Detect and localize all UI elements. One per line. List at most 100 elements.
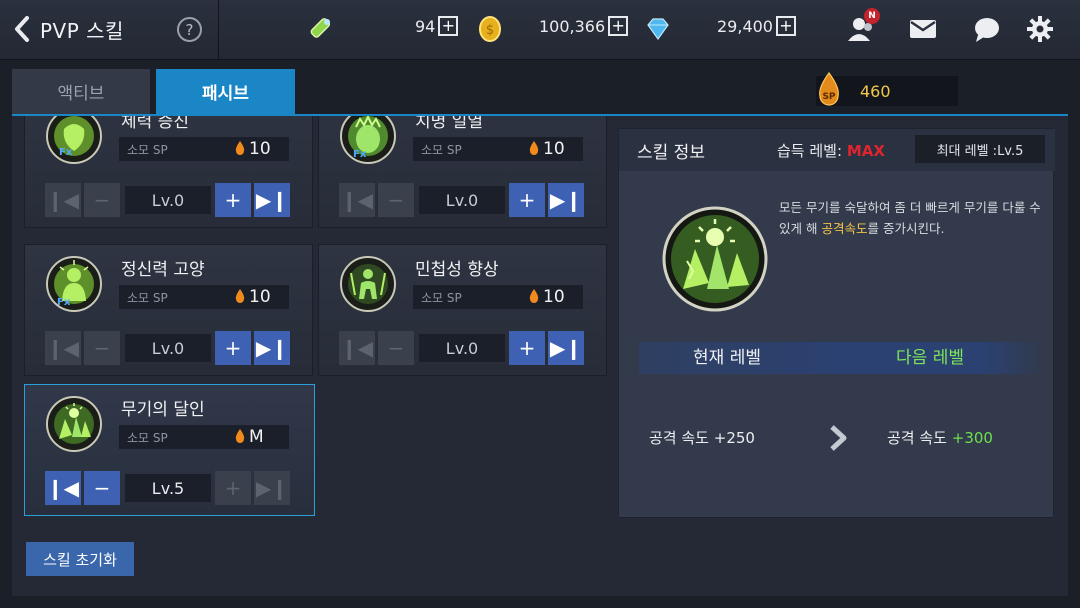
level-decrease-button[interactable]: − [84,183,120,217]
skill-name: 민첩성 향상 [415,260,499,280]
settings-button[interactable] [1023,12,1057,46]
sp-cost-label: 소모 SP [127,290,168,305]
skill-description: 모든 무기를 숙달하여 좀 더 빠르게 무기를 다룰 수 있게 해 공격속도를 … [779,197,1047,239]
sp-cost-row: 소모 SP 10 [413,137,583,161]
mail-icon [910,20,936,38]
sp-cost-value: 10 [543,139,565,159]
level-max-button[interactable]: ▶❙ [548,183,584,217]
level-decrease-button[interactable]: − [378,331,414,365]
acquired-level-label: 습득 레벨: [777,142,843,160]
chat-button[interactable] [970,12,1004,46]
weapon-master-skill-icon [45,395,103,453]
skill-reset-button[interactable]: 스킬 초기화 [26,542,134,576]
pvp-skill-screen: PVP 스킬 ? 94 + $ 100,366 + 29,400 + N 액티브… [0,0,1080,608]
level-min-button[interactable]: ❙◀ [339,183,375,217]
level-increase-button[interactable]: + [509,331,545,365]
tab-active[interactable]: 액티브 [12,69,150,114]
svg-text:SP: SP [822,92,835,102]
skill-card[interactable]: Fx 정신력 고양 소모 SP 10 ❙◀ − Lv.0 + ▶❙ [24,244,313,376]
skill-info-title: 스킬 정보 [637,142,705,163]
level-min-button[interactable]: ❙◀ [339,331,375,365]
level-controls: ❙◀ − Lv.5 + ▶❙ [45,471,293,505]
help-button[interactable]: ? [177,17,202,42]
level-decrease-button[interactable]: − [84,471,120,505]
next-level-label: 다음 레벨 [896,348,964,368]
skill-card[interactable]: Fx 체력 증진 소모 SP 10 ❙◀ − Lv.0 + ▶❙ [24,114,313,228]
level-min-button[interactable]: ❙◀ [45,471,81,505]
flame-icon [529,288,539,307]
next-stat-name: 공격 속도 [887,429,947,447]
energy-icon [303,12,337,46]
diamond-value: 29,400 [717,16,773,36]
sp-cost-label: 소모 SP [421,142,462,157]
current-stat: 공격 속도 +250 [649,427,755,448]
skill-info-header: 스킬 정보 습득 레벨: MAX 최대 레벨 :Lv.5 [619,129,1055,171]
flame-icon [529,140,539,159]
skill-name: 무기의 달인 [121,400,205,420]
level-max-button[interactable]: ▶❙ [254,471,290,505]
level-increase-button[interactable]: + [509,183,545,217]
flame-icon [235,288,245,307]
sp-cost-row: 소모 SP 10 [119,137,289,161]
skill-card[interactable]: 민첩성 향상 소모 SP 10 ❙◀ − Lv.0 + ▶❙ [318,244,607,376]
tab-passive[interactable]: 패시브 [156,69,295,114]
level-controls: ❙◀ − Lv.0 + ▶❙ [339,331,587,365]
current-level-label: 현재 레벨 [693,348,761,368]
skill-name: 체력 증진 [121,114,189,132]
skill-tabs: 액티브 패시브 [12,69,295,114]
level-decrease-button[interactable]: − [378,183,414,217]
level-max-button[interactable]: ▶❙ [254,183,290,217]
level-increase-button[interactable]: + [215,331,251,365]
next-stat: 공격 속도 +300 [887,427,993,448]
sp-cost-label: 소모 SP [421,290,462,305]
chat-icon [975,18,999,42]
back-button[interactable]: PVP 스킬 [12,14,124,44]
level-controls: ❙◀ − Lv.0 + ▶❙ [45,183,293,217]
flame-icon [235,428,245,447]
skill-name: 정신력 고양 [121,260,205,280]
top-bar: PVP 스킬 ? 94 + $ 100,366 + 29,400 + N [0,0,1080,60]
level-display: Lv.0 [125,334,211,362]
level-display: Lv.0 [419,186,505,214]
vitality-skill-icon: Fx [45,116,103,165]
acquired-level-value: MAX [846,142,885,160]
level-increase-button[interactable]: + [215,471,251,505]
level-max-button[interactable]: ▶❙ [254,331,290,365]
sp-cost-value: 10 [249,287,271,307]
weapon-master-large-icon [661,205,769,313]
energy-counter: 94 + [415,16,459,36]
gold-value: 100,366 [539,16,606,36]
current-stat-name: 공격 속도 [649,429,709,447]
add-energy-button[interactable]: + [438,16,459,36]
flame-icon [235,140,245,159]
gold-coin-icon: $ [473,12,507,46]
sp-cost-value: 10 [543,287,565,307]
sp-cost-value: 10 [249,139,271,159]
level-increase-button[interactable]: + [215,183,251,217]
sp-drop-icon: SP [816,71,842,110]
level-min-button[interactable]: ❙◀ [45,331,81,365]
diamond-icon [641,12,675,46]
level-decrease-button[interactable]: − [84,331,120,365]
add-gold-button[interactable]: + [608,16,629,36]
svg-text:$: $ [486,23,494,38]
skill-card[interactable]: Fx 치명 일열 소모 SP 10 ❙◀ − Lv.0 + ▶❙ [318,116,607,228]
acquired-level: 습득 레벨: MAX [777,140,885,161]
mail-button[interactable] [906,12,940,46]
friends-badge: N [864,8,880,24]
level-display: Lv.0 [419,334,505,362]
skill-description-text-end: 를 증가시킨다. [867,221,945,236]
level-min-button[interactable]: ❙◀ [45,183,81,217]
add-diamond-button[interactable]: + [775,16,796,36]
skill-info-panel: 스킬 정보 습득 레벨: MAX 최대 레벨 :Lv.5 모든 무기를 숙달하여… [618,128,1055,518]
sp-cost-row: 소모 SP 10 [119,285,289,309]
spirit-skill-icon: Fx [45,255,103,313]
skill-description-highlight: 공격속도 [821,221,868,236]
friends-button[interactable]: N [844,8,880,46]
max-level: 최대 레벨 :Lv.5 [915,135,1045,163]
level-display: Lv.0 [125,186,211,214]
skill-card-selected[interactable]: 무기의 달인 소모 SP M ❙◀ − Lv.5 + ▶❙ [24,384,315,516]
level-max-button[interactable]: ▶❙ [548,331,584,365]
sp-cost-label: 소모 SP [127,142,168,157]
page-title: PVP 스킬 [40,18,124,43]
